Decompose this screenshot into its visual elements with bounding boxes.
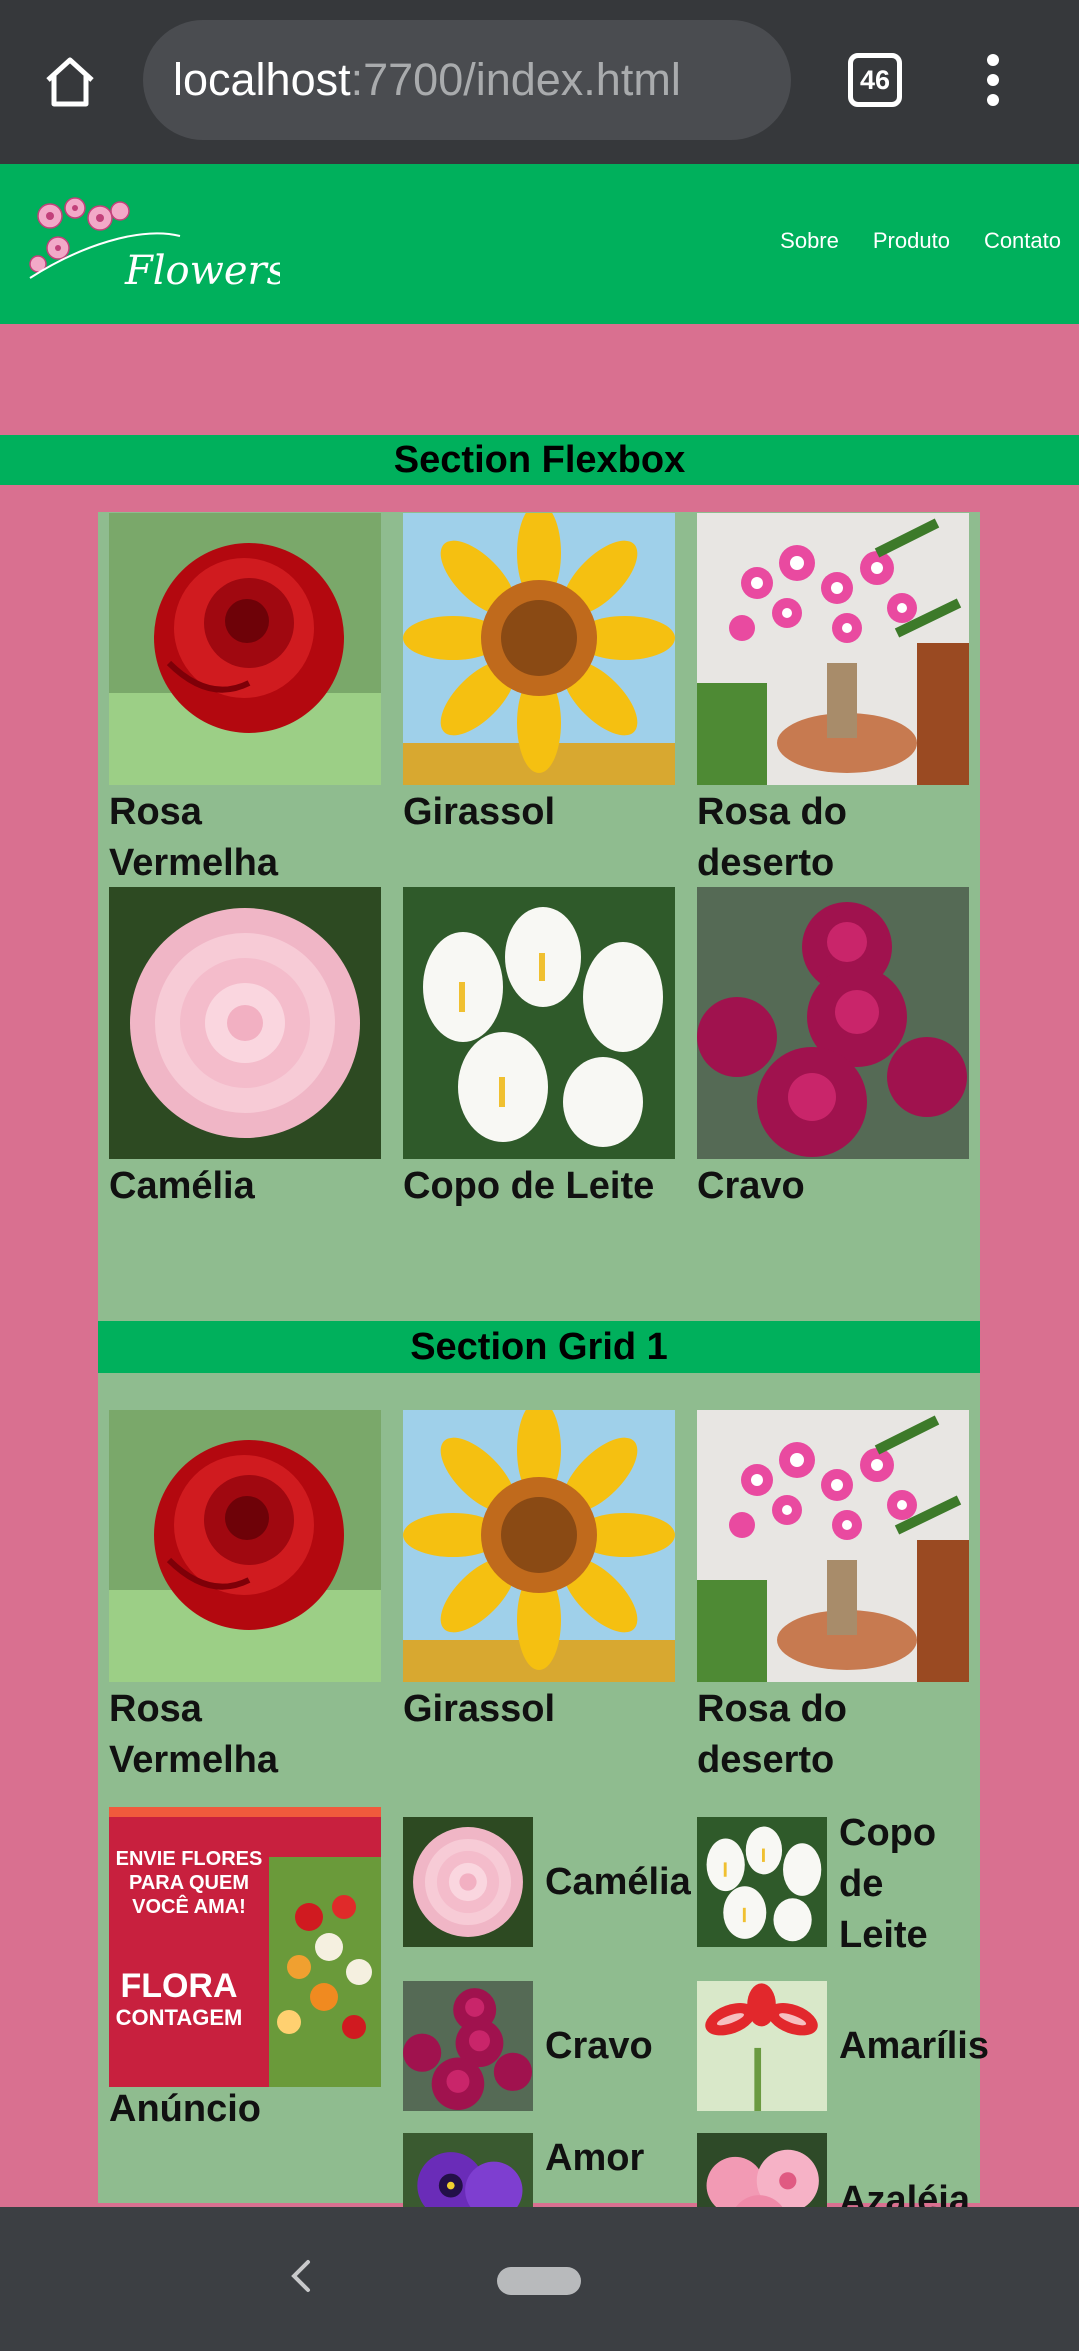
grid-card-rosa-do-deserto[interactable]: Rosa do deserto bbox=[697, 1410, 969, 1786]
amaryllis-thumb bbox=[697, 1981, 827, 2111]
nav-sobre[interactable]: Sobre bbox=[780, 228, 839, 254]
ad-line-1: ENVIE FLORES bbox=[116, 1848, 263, 1870]
desert-rose-image bbox=[697, 513, 969, 785]
card-title: Girassol bbox=[403, 791, 556, 833]
browser-toolbar: localhost:7700/index.html 46 bbox=[0, 0, 1079, 164]
mini-title: Amor bbox=[545, 2137, 645, 2179]
tab-count-button[interactable]: 46 bbox=[848, 53, 902, 107]
calla-lily-image bbox=[403, 887, 675, 1159]
flex-card-rosa-do-deserto[interactable]: Rosa do deserto bbox=[697, 513, 969, 889]
card-title: Camélia bbox=[109, 1165, 255, 1207]
main-nav: Sobre Produto Contato bbox=[780, 228, 1061, 254]
section-grid-title: Section Grid 1 bbox=[98, 1321, 980, 1373]
card-title: Girassol bbox=[403, 1688, 556, 1730]
flex-card-copo-de-leite[interactable]: Copo de Leite bbox=[403, 887, 675, 1212]
overflow-menu-icon[interactable] bbox=[978, 50, 1008, 110]
grid-mini-cravo[interactable]: Cravo bbox=[403, 1981, 653, 2111]
card-title: Copo de Leite bbox=[403, 1165, 655, 1207]
flex-card-cravo[interactable]: Cravo bbox=[697, 887, 969, 1212]
grid-mini-copo-de-leite[interactable]: Copo de Leite bbox=[697, 1808, 959, 1961]
address-bar[interactable]: localhost:7700/index.html bbox=[143, 20, 791, 140]
camellia-image bbox=[109, 887, 381, 1159]
ad-line-2: PARA QUEM bbox=[129, 1872, 249, 1894]
calla-lily-thumb bbox=[697, 1817, 827, 1947]
site-header: Flowers Sobre Produto Contato bbox=[0, 164, 1079, 324]
nav-produto[interactable]: Produto bbox=[873, 228, 950, 254]
logo-text: Flowers bbox=[124, 248, 280, 294]
grid-mini-amarilis[interactable]: Amarílis bbox=[697, 1981, 989, 2111]
ad-banner[interactable]: ENVIE FLORES PARA QUEM VOCÊ AMA! FLORA C… bbox=[109, 1807, 381, 2087]
card-title: Cravo bbox=[697, 1165, 805, 1207]
grid-card-girassol[interactable]: Girassol bbox=[403, 1410, 675, 1735]
desert-rose-image bbox=[697, 1410, 969, 1682]
card-title: Rosa do deserto bbox=[697, 791, 847, 884]
camellia-thumb bbox=[403, 1817, 533, 1947]
system-navigation-bar bbox=[0, 2207, 1079, 2351]
card-title: Rosa Vermelha bbox=[109, 1688, 278, 1781]
home-pill[interactable] bbox=[497, 2267, 581, 2295]
grid-mini-camelia[interactable]: Camélia bbox=[403, 1817, 691, 1947]
ad-line-3: VOCÊ AMA! bbox=[132, 1894, 246, 1918]
back-icon[interactable] bbox=[280, 2251, 320, 2301]
flex-card-rosa-vermelha[interactable]: Rosa Vermelha bbox=[109, 513, 381, 889]
nav-contato[interactable]: Contato bbox=[984, 228, 1061, 254]
section-flexbox-title: Section Flexbox bbox=[0, 435, 1079, 485]
ad-brand-1: FLORA bbox=[120, 1967, 237, 2005]
card-title: Rosa Vermelha bbox=[109, 791, 278, 884]
grid-card-rosa-vermelha[interactable]: Rosa Vermelha bbox=[109, 1410, 381, 1786]
ad-label: Anúncio bbox=[109, 2088, 261, 2130]
url-host: localhost bbox=[173, 54, 351, 105]
flowers-logo[interactable]: Flowers bbox=[20, 186, 287, 296]
carnation-image bbox=[697, 887, 969, 1159]
rose-image bbox=[109, 513, 381, 785]
mini-title: Copo de Leite bbox=[839, 1812, 937, 1956]
carnation-thumb bbox=[403, 1981, 533, 2111]
sunflower-image bbox=[403, 513, 675, 785]
home-icon[interactable] bbox=[38, 50, 102, 114]
mini-title: Camélia bbox=[545, 1860, 691, 1903]
mini-title: Cravo bbox=[545, 2024, 653, 2067]
ad-brand-2: CONTAGEM bbox=[116, 2005, 243, 2030]
rose-image bbox=[109, 1410, 381, 1682]
card-title: Rosa do deserto bbox=[697, 1688, 847, 1781]
flex-card-girassol[interactable]: Girassol bbox=[403, 513, 675, 838]
flex-card-camelia[interactable]: Camélia bbox=[109, 887, 381, 1212]
url-path: :7700/index.html bbox=[350, 54, 681, 105]
mini-title: Amarílis bbox=[839, 2024, 989, 2067]
sunflower-image bbox=[403, 1410, 675, 1682]
